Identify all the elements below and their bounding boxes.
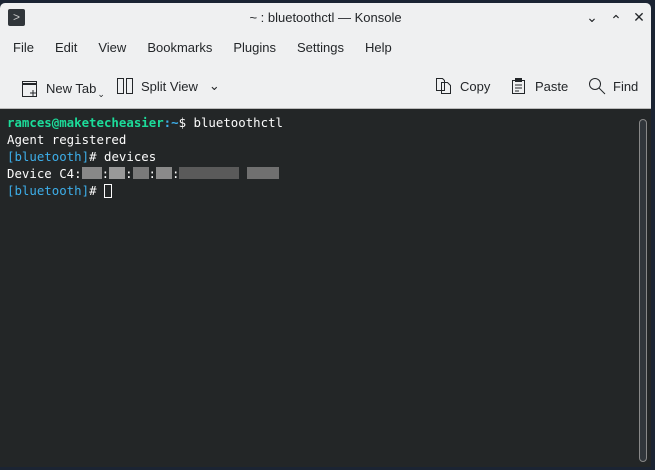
find-label: Find (613, 78, 639, 94)
split-view-button[interactable]: Split View ⌄ (116, 77, 220, 95)
menu-edit[interactable]: Edit (55, 37, 77, 59)
split-view-icon (116, 77, 134, 95)
terminal-area[interactable]: ramces@maketecheasier:~$ bluetoothctl Age… (0, 108, 651, 467)
menu-help[interactable]: Help (365, 37, 392, 59)
terminal-line: [bluetooth]# (7, 182, 283, 199)
title-bar: > ~ : bluetoothctl — Konsole ⌄ ⌃ ✕ (0, 3, 651, 33)
paste-icon (510, 77, 528, 95)
prompt-symbol: # (89, 183, 104, 198)
copy-icon (435, 77, 453, 95)
toolbar: New Tab ⌄ Split View ⌄ Copy Paste Find (0, 73, 651, 103)
prompt-path: :~ (163, 115, 179, 130)
terminal-output: ramces@maketecheasier:~$ bluetoothctl Age… (7, 114, 283, 199)
new-tab-icon (21, 80, 39, 98)
prompt-symbol: # (89, 149, 104, 164)
menu-file[interactable]: File (13, 37, 34, 59)
prompt-user: ramces@maketecheasier (7, 115, 164, 130)
command-text: bluetoothctl (193, 115, 284, 130)
bluetooth-prompt: [bluetooth] (7, 149, 90, 164)
command-text: devices (103, 149, 157, 164)
terminal-line: Device C4::::: (7, 165, 283, 182)
chevron-down-icon[interactable]: ⌄ (209, 78, 220, 94)
bluetooth-prompt: [bluetooth] (7, 183, 90, 198)
menu-view[interactable]: View (98, 37, 126, 59)
redacted-address: :::: (81, 166, 279, 181)
text-cursor (103, 184, 112, 198)
maximize-icon[interactable]: ⌃ (607, 11, 625, 29)
new-tab-button[interactable]: New Tab ⌄ (21, 77, 105, 100)
prompt-symbol: $ (178, 115, 194, 130)
terminal-line: [bluetooth]# devices (7, 148, 283, 165)
konsole-window: > ~ : bluetoothctl — Konsole ⌄ ⌃ ✕ File … (0, 3, 651, 467)
window-title: ~ : bluetoothctl — Konsole (249, 10, 402, 25)
new-tab-label: New Tab (46, 81, 97, 96)
copy-label: Copy (460, 78, 491, 94)
device-prefix: Device C4: (7, 166, 82, 181)
minimize-icon[interactable]: ⌄ (583, 8, 601, 26)
menu-settings[interactable]: Settings (297, 37, 344, 59)
menu-plugins[interactable]: Plugins (233, 37, 276, 59)
close-icon[interactable]: ✕ (630, 8, 648, 26)
find-button[interactable]: Find (588, 77, 638, 95)
split-view-label: Split View (141, 78, 198, 94)
paste-label: Paste (535, 78, 569, 94)
search-icon (588, 77, 606, 95)
paste-button[interactable]: Paste (510, 77, 568, 95)
menu-bookmarks[interactable]: Bookmarks (147, 37, 212, 59)
terminal-line: Agent registered (7, 132, 127, 147)
copy-button[interactable]: Copy (435, 77, 490, 95)
scrollbar[interactable] (639, 119, 647, 462)
terminal-line: ramces@maketecheasier:~$ bluetoothctl (7, 114, 283, 131)
menu-bar: File Edit View Bookmarks Plugins Setting… (0, 37, 651, 59)
